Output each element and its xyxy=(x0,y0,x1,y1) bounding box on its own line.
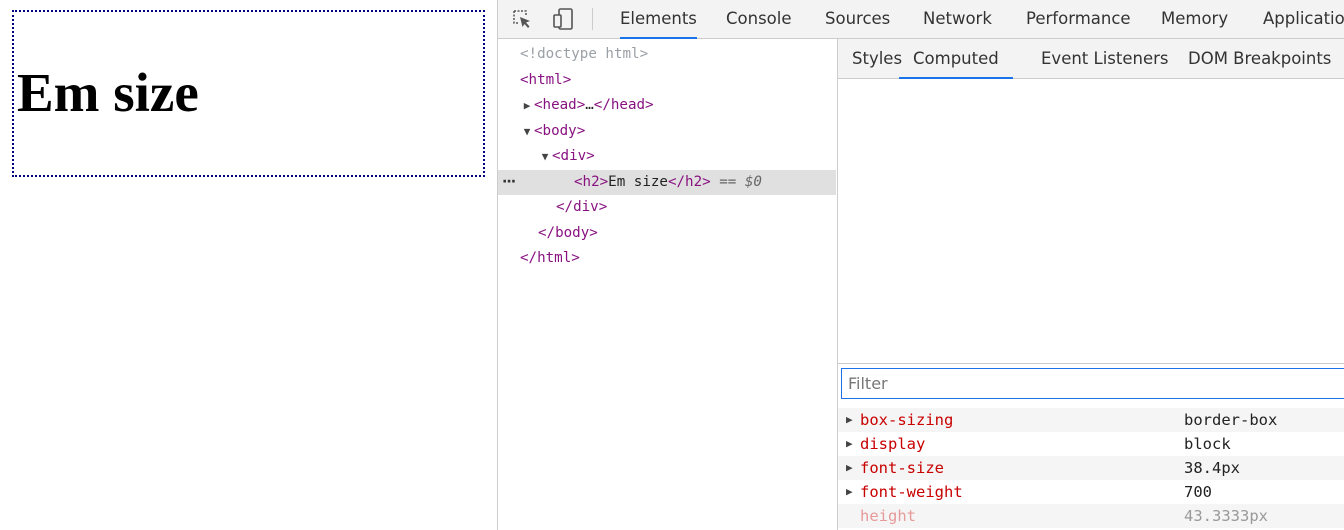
dom-node-doctype[interactable]: <!doctype html> xyxy=(498,42,836,67)
h2-text: Em size xyxy=(608,174,668,190)
body-close-tag: </body> xyxy=(538,225,598,241)
dom-node-body-close[interactable]: </body> xyxy=(498,221,836,246)
devtools-panel: Elements Console Sources Network Perform… xyxy=(497,0,1344,530)
property-name: height xyxy=(860,507,916,525)
tab-application[interactable]: Applicatio xyxy=(1263,0,1344,38)
dom-node-html[interactable]: <html> xyxy=(498,68,836,93)
styles-sidebar: Styles Computed Event Listeners DOM Brea… xyxy=(837,39,1344,530)
devtools-main-tabbar: Elements Console Sources Network Perform… xyxy=(498,0,1344,39)
dom-node-h2-selected[interactable]: ··· <h2>Em size</h2> == $0 xyxy=(498,170,836,195)
computed-property-row[interactable]: ▶ box-sizing border-box xyxy=(838,408,1344,432)
head-close-tag: </head> xyxy=(593,97,654,113)
tab-performance[interactable]: Performance xyxy=(1026,0,1131,38)
body-open-tag: <body> xyxy=(534,123,586,139)
tab-dom-breakpoints[interactable]: DOM Breakpoints xyxy=(1188,39,1331,78)
dom-tree: <!doctype html> <html> ▶ <head>…</head> ▼… xyxy=(498,39,836,530)
property-value: border-box xyxy=(1184,411,1278,429)
more-actions-icon[interactable]: ··· xyxy=(502,170,516,195)
div-open-tag: <div> xyxy=(552,148,595,164)
doctype-text: <!doctype html> xyxy=(520,46,649,62)
expand-triangle-icon[interactable]: ▶ xyxy=(520,93,534,118)
collapse-triangle-icon[interactable]: ▼ xyxy=(520,119,534,144)
expand-triangle-icon[interactable]: ▶ xyxy=(846,456,853,480)
expand-triangle-icon[interactable]: ▶ xyxy=(846,408,853,432)
device-toggle-icon[interactable] xyxy=(550,6,576,32)
expand-triangle-icon[interactable]: ▶ xyxy=(846,432,853,456)
computed-property-row[interactable]: ▶ display block xyxy=(838,432,1344,456)
tab-computed[interactable]: Computed xyxy=(899,39,1013,79)
property-name: font-size xyxy=(860,459,944,477)
computed-property-row[interactable]: ▶ font-weight 700 xyxy=(838,480,1344,504)
div-close-tag: </div> xyxy=(556,199,608,215)
property-value: 43.3333px xyxy=(1184,507,1268,525)
tab-sources[interactable]: Sources xyxy=(825,0,890,38)
toolbar-divider xyxy=(592,8,593,30)
computed-property-row[interactable]: ▶ font-size 38.4px xyxy=(838,456,1344,480)
property-name: display xyxy=(860,435,926,453)
property-name: font-weight xyxy=(860,483,963,501)
dom-node-body[interactable]: ▼ <body> xyxy=(498,119,836,144)
property-name: box-sizing xyxy=(860,411,954,429)
tab-elements[interactable]: Elements xyxy=(620,0,697,39)
expand-triangle-icon[interactable]: ▶ xyxy=(846,480,853,504)
tab-network[interactable]: Network xyxy=(923,0,992,38)
property-value: block xyxy=(1184,435,1231,453)
tab-styles[interactable]: Styles xyxy=(852,39,902,78)
h2-close-tag: </h2> xyxy=(667,174,711,190)
computed-filter-input[interactable] xyxy=(841,368,1344,399)
inspect-element-icon[interactable] xyxy=(509,6,535,32)
sidebar-tabbar: Styles Computed Event Listeners DOM Brea… xyxy=(838,39,1344,79)
tab-event-listeners[interactable]: Event Listeners xyxy=(1041,39,1169,78)
dom-node-html-close[interactable]: </html> xyxy=(498,246,836,271)
head-ellipsis[interactable]: … xyxy=(585,97,594,113)
html-close-tag: </html> xyxy=(520,250,580,266)
page-preview: Em size xyxy=(0,0,497,530)
property-value: 38.4px xyxy=(1184,459,1240,477)
tab-memory[interactable]: Memory xyxy=(1161,0,1228,38)
dom-node-div[interactable]: ▼ <div> xyxy=(498,144,836,169)
h2-open-tag: <h2> xyxy=(574,174,609,190)
head-open-tag: <head> xyxy=(534,97,586,113)
selected-node-marker: == $0 xyxy=(719,174,762,190)
dom-node-head[interactable]: ▶ <head>…</head> xyxy=(498,93,836,118)
dotted-div-box: Em size xyxy=(12,10,485,177)
property-value: 700 xyxy=(1184,483,1212,501)
page-heading: Em size xyxy=(17,62,199,123)
box-model-area xyxy=(838,79,1344,364)
computed-property-row[interactable]: height 43.3333px xyxy=(838,504,1344,528)
tab-console[interactable]: Console xyxy=(726,0,792,38)
collapse-triangle-icon[interactable]: ▼ xyxy=(538,144,552,169)
dom-node-div-close[interactable]: </div> xyxy=(498,195,836,220)
html-open-tag: <html> xyxy=(520,72,572,88)
